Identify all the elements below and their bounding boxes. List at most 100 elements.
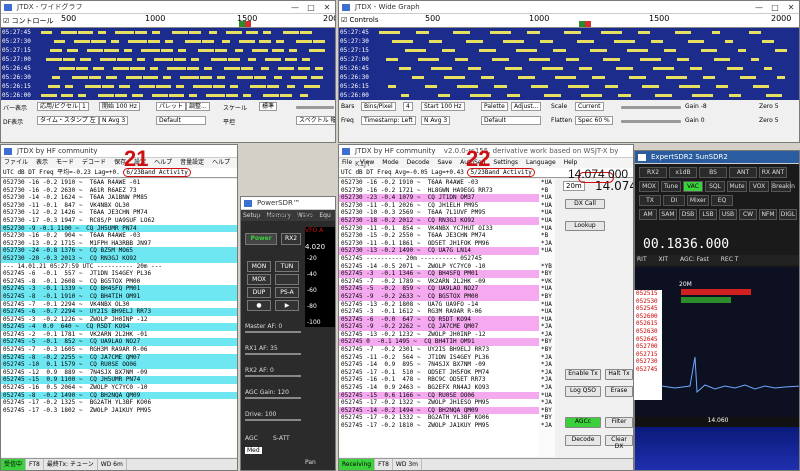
decode-row[interactable]: 052745 -3 -0.2 1226 ~ ZWOLP JH0INP -12 (1, 316, 237, 324)
adjust-button[interactable]: Adjust... (511, 102, 542, 111)
rit-label[interactable]: RIT (637, 256, 647, 263)
decode-row[interactable]: 052745 -8 -0.1 2608 ~ CQ BG5TOX PM00 (1, 278, 237, 286)
agc-mode[interactable]: AGC: Fast (680, 256, 709, 263)
decode-row[interactable]: 052745 -17 -0.2 1325 ~ BG2ATH YL3BF KO06 (1, 399, 237, 407)
decode-row[interactable]: 052730 -17 -0.3 1947 ~ RC8S/P UA9SUF LO6… (1, 217, 237, 225)
powersdr-button[interactable]: ▶ (275, 300, 299, 311)
expert-button[interactable]: BS (699, 167, 727, 178)
gain-slider[interactable] (296, 106, 334, 109)
clear-dx-button[interactable]: Clear DX (605, 435, 633, 450)
filter-button[interactable]: Filter (605, 417, 633, 428)
scale-select[interactable]: 標準 (259, 102, 278, 111)
menu-item[interactable]: Mode (382, 158, 398, 168)
maximize-icon[interactable]: □ (767, 1, 783, 14)
maximize-icon[interactable]: □ (303, 1, 319, 14)
menu-item[interactable]: Save (437, 158, 452, 168)
decode-row[interactable]: 052745 -4 0.0 640 ~ CQ R5DT KO94 (1, 323, 237, 331)
rx2-button[interactable]: RX2 (281, 233, 301, 245)
expert-button[interactable]: CW (739, 209, 757, 220)
expert-button[interactable]: ANT (729, 167, 757, 178)
powersdr-button[interactable] (275, 274, 299, 285)
powersdr-button[interactable]: MON (247, 261, 271, 272)
decode-row[interactable]: 052745 -15 0.9 1100 ~ CQ JH5UMR PN74 (1, 376, 237, 385)
start-freq-spinbox[interactable]: Start 100 Hz (421, 102, 465, 111)
waterfall-display[interactable]: 05:27:45 05:27:30 05:27:15 05:27:00 05:26:45… (339, 28, 799, 100)
decode-row[interactable]: --- 14.01.21 05:27:59 UTC ---------- 20m… (1, 262, 237, 271)
frequency-ruler[interactable]: ☑ コントロール 500 1000 1500 2000 (1, 14, 335, 28)
decode-row[interactable]: 052745 -13 -0.2 1808 ~ UA7G UA9FO -14 (339, 301, 539, 309)
decode-row[interactable]: 052745 -10 0.1 1579 ~ CQ RU0SE OO06 (1, 361, 237, 369)
decode-row[interactable]: 052745 ---------- 20m ---------- 052745 (339, 254, 539, 263)
decode-row[interactable]: 052745 -3 -0.1 1339 ~ CQ BH4SFQ PM01 (1, 285, 237, 293)
expert-button[interactable]: RX ANT (759, 167, 787, 178)
agc-gain-slider[interactable] (245, 397, 301, 399)
decode-row[interactable]: 052745 -9 -0.2 2262 ~ CQ JA7CME QM07 (339, 323, 539, 331)
decode-row[interactable]: 052745 -6 -0.7 2294 ~ UY2IS BH9ELJ RR73 (1, 308, 237, 316)
decode-row[interactable]: 052745 -17 -0.1 510 ~ OD5ET JH5FOK PM74 (339, 369, 539, 377)
powersdr-button[interactable]: ● (247, 300, 271, 311)
expert-button[interactable]: SAM (659, 209, 677, 220)
decode-row[interactable]: 052730 -10 -0.3 2569 ~ T6AA 7L1UVF PM95 (339, 209, 539, 217)
decode-row[interactable]: 052730 -12 -0.2 1426 ~ T6AA JE3CHN PM74 (1, 209, 237, 217)
log-qso-button[interactable]: Log QSO (565, 386, 601, 397)
expert-button[interactable]: DIGL (779, 209, 797, 220)
menu-item[interactable]: ヘルプ (154, 158, 172, 168)
expert-button[interactable]: DSB (679, 209, 697, 220)
flatten-checkbox[interactable]: Flatten (551, 117, 572, 124)
decode-row[interactable]: 052745 -3 -0.1 1346 ~ CQ BH4SFQ PM01 (339, 270, 539, 278)
expert-button[interactable]: NFM (759, 209, 777, 220)
controls-checkbox[interactable]: ☑ Controls (341, 16, 378, 24)
expert-button[interactable]: AM (639, 209, 657, 220)
decode-row[interactable]: 052730 -9 -0.1 1100 ~ CQ JH5UMR PN74 (1, 224, 237, 233)
menu-item[interactable]: Decode (407, 158, 430, 168)
expert-button[interactable]: SQL (705, 181, 725, 192)
decode-row[interactable]: 052730 -23 -0.4 1079 ~ CQ JT1DN OM37 (339, 194, 539, 202)
decode-row[interactable]: 052745 -11 -0.2 564 ~ JT1DN IS4GEY PL36 (339, 354, 539, 362)
decode-row[interactable]: 052745 -13 -0.2 1232 ~ ZWOLP JH0INP -12 (339, 331, 539, 339)
decode-row[interactable]: 052745 -5 -0.1 852 ~ CQ UA9LAO NO27 (1, 338, 237, 347)
expert-button[interactable]: BreakIn (771, 181, 795, 192)
frequency-ruler[interactable]: ☑ Controls 500 1000 1500 2000 (339, 14, 799, 28)
decode-row[interactable]: 052730 -20 -0.3 2013 ~ CQ RN3GJ KO92 (1, 254, 237, 263)
timestamp-select[interactable]: タイム・スタンプ 左 (37, 116, 99, 125)
halt-tx-button[interactable]: Halt Tx (605, 369, 633, 380)
decode-row[interactable]: 052730 -24 -0.8 1376 ~ CQ BZ5M MO65 (1, 247, 237, 255)
expert-button[interactable]: DI (663, 195, 685, 206)
waterfall-display[interactable]: 05:27:45 05:27:30 05:27:15 05:27:00 05:26:45… (1, 28, 335, 100)
rx1-af-slider[interactable] (245, 353, 301, 355)
decode-row[interactable]: 052730 -13 -0.2 1715 ~ M1FPH HA3RBB JN97 (1, 240, 237, 248)
powersdr-menu-item[interactable]: Equ (319, 212, 330, 219)
palette-select[interactable]: Default (156, 116, 206, 125)
decode-row[interactable]: 052730 -16 -0.2 1910 ~ T6AA R4AWE -03 (339, 179, 539, 187)
menu-item[interactable]: Language (526, 158, 556, 168)
navg-spinbox[interactable]: N Avg 3 (99, 116, 129, 125)
menu-item[interactable]: File (342, 158, 352, 168)
expert-button[interactable]: VAC (683, 181, 703, 192)
decode-row[interactable]: 052745 -9 -0.2 2633 ~ CQ BG5TOX PM00 (339, 292, 539, 301)
decode-row[interactable]: 052745 -17 -0.2 1322 ~ ZWOLP JH1ESO PM95 (339, 399, 539, 407)
decode-row[interactable]: 052730 -13 -0.2 1490 ~ CQ UA7G LN14 (339, 247, 539, 255)
menu-item[interactable]: デコード (82, 158, 106, 168)
decode-row[interactable]: 052745 -14 -0.5 2071 ~ ZWOLP YC7YC0 -10 (339, 263, 539, 271)
power-button[interactable]: Power (245, 233, 277, 245)
decode-row[interactable]: 052745 -16 0.5 2064 ~ ZWOLP YC7YC0 -10 (1, 384, 237, 392)
decode-row[interactable]: 052745 -17 -0.2 1810 ~ ZWOLP JA1KUY PM95 (339, 422, 539, 430)
decode-row[interactable]: 052730 -18 -0.2 2012 ~ CQ RN3GJ KO92 (339, 216, 539, 225)
decode-row[interactable]: 052745 -7 -0.1 2294 ~ VK4NBX OL30 (1, 301, 237, 309)
master-af-slider[interactable] (245, 331, 301, 333)
timestamp-select[interactable]: Timestamp: Left (361, 116, 416, 125)
expert-button[interactable]: TX (639, 195, 661, 206)
agc-button[interactable]: AGCc (565, 417, 601, 428)
controls-checkbox[interactable]: ☑ コントロール (3, 16, 54, 26)
decode-row[interactable]: 052745 -6 -0.1 557 ~ JT1DN IS4GEY PL36 (1, 270, 237, 278)
navg-spinbox[interactable]: N Avg 3 (421, 116, 451, 125)
decode-row[interactable]: 052745 0 -0.1 1495 ~ CQ BH4TIH OM91 (339, 338, 539, 347)
decode-row[interactable]: 052730 -11 -0.1 847 ~ VK4NBX OL30 (1, 202, 237, 210)
xit-label[interactable]: XIT (659, 256, 669, 263)
decode-row[interactable]: 052730 -11 -0.1 854 ~ VK4NBX YC7HUT OI33 (339, 225, 539, 233)
decode-row[interactable]: 052730 -15 -0.2 2550 ~ T6AA JE3CHN PM74 (339, 232, 539, 240)
menu-item[interactable]: Settings (493, 158, 518, 168)
decode-row[interactable]: 052745 -5 -0.2 859 ~ CQ UA9LAO NO27 (339, 285, 539, 293)
decode-row[interactable]: 052745 -7 -0.3 1605 ~ RGH3M RA9AR R-06 (1, 346, 237, 354)
menu-item[interactable]: ファイル (4, 158, 28, 168)
